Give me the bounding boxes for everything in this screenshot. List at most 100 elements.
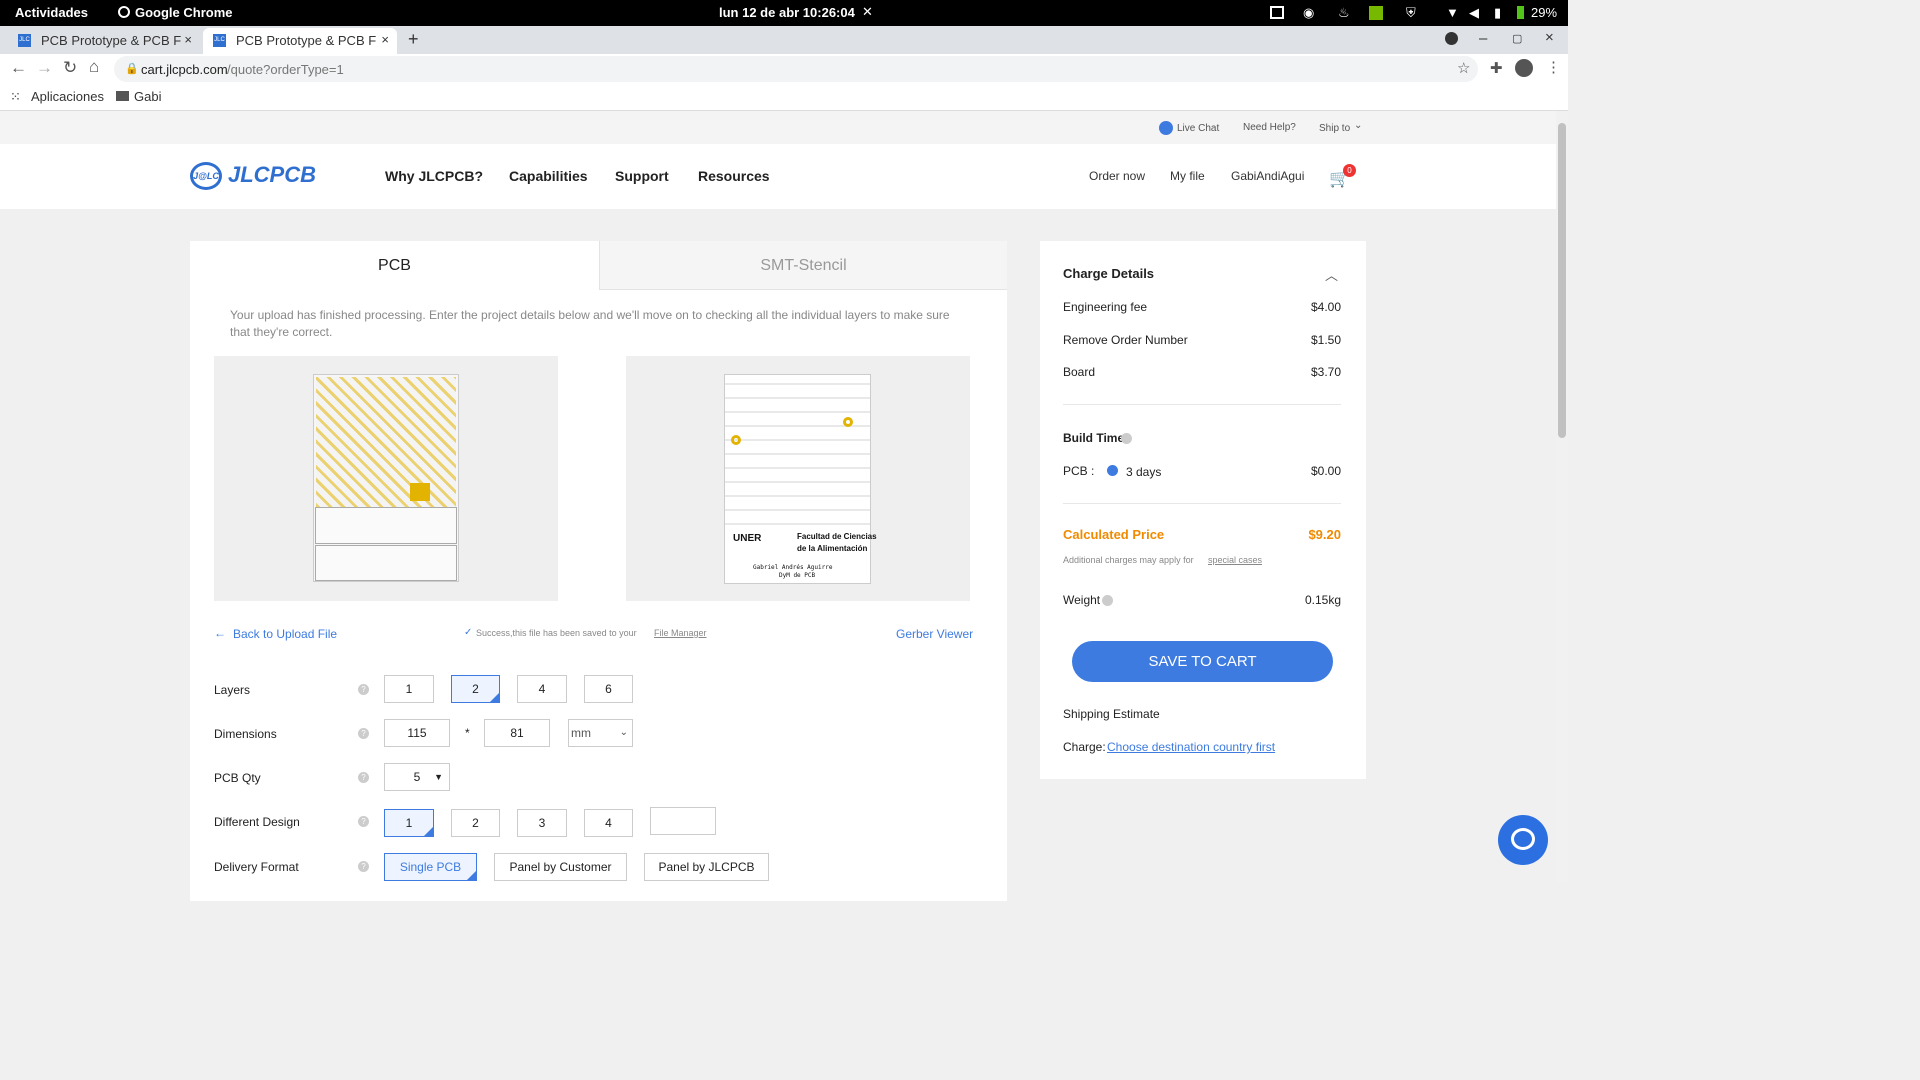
bookmark-star-icon[interactable]: ☆ (1457, 61, 1470, 77)
activities-button[interactable]: Actividades (15, 5, 88, 20)
layers-option-2[interactable]: 2 (451, 675, 500, 703)
bookmark-apps[interactable]: Aplicaciones (31, 89, 104, 104)
close-tab-icon[interactable]: × (184, 32, 192, 47)
new-tab-icon[interactable]: + (408, 30, 419, 48)
delivery-panel-by-customer[interactable]: Panel by Customer (494, 853, 627, 881)
weight-label: Weight (1063, 593, 1101, 607)
microphone-icon[interactable]: ▮ (1494, 5, 1501, 21)
tab-smt-stencil[interactable]: SMT-Stencil (599, 241, 1007, 290)
tab-pcb[interactable]: PCB (190, 241, 599, 290)
logo-mark[interactable]: J@LC (190, 162, 222, 190)
pcb-top-image (313, 374, 459, 582)
check-icon: ✓ (464, 627, 473, 638)
pcb-top-preview[interactable] (214, 356, 558, 601)
discord-icon[interactable]: ◉ (1303, 5, 1314, 21)
nvidia-icon[interactable] (1369, 6, 1383, 20)
order-now-link[interactable]: Order now (1089, 169, 1145, 183)
nav-support[interactable]: Support (615, 168, 669, 184)
forward-icon[interactable]: → (36, 59, 53, 76)
reload-icon[interactable]: ↻ (63, 59, 77, 76)
layers-option-4[interactable]: 4 (517, 675, 567, 703)
charge-value: $3.70 (1310, 365, 1341, 379)
page-scrollbar[interactable] (1556, 111, 1568, 882)
os-top-bar: Actividades Google Chrome lun 12 de abr … (0, 0, 1568, 26)
nav-why-jlcpcb[interactable]: Why JLCPCB? (385, 168, 483, 184)
back-icon[interactable]: ← (10, 59, 27, 76)
temperature-icon[interactable]: ♨ (1338, 5, 1350, 21)
nav-capabilities[interactable]: Capabilities (509, 168, 588, 184)
save-to-cart-button[interactable]: SAVE TO CART (1072, 641, 1333, 682)
unit-select[interactable]: mm ⌄ (568, 719, 633, 747)
build-time-title: Build Time (1063, 431, 1125, 445)
help-icon[interactable] (1102, 595, 1113, 606)
maximize-icon[interactable]: ▢ (1512, 31, 1522, 47)
design-custom-input[interactable] (650, 807, 716, 835)
app-name[interactable]: Google Chrome (135, 5, 233, 20)
menu-icon[interactable]: ⋮ (1546, 60, 1561, 76)
close-tab-icon[interactable]: × (381, 32, 389, 47)
screen-icon[interactable] (1270, 6, 1284, 19)
minimize-icon[interactable]: – (1479, 31, 1487, 47)
help-icon[interactable] (1121, 433, 1132, 444)
charge-value: $4.00 (1310, 300, 1341, 314)
design-option-3[interactable]: 3 (517, 809, 567, 837)
nav-resources[interactable]: Resources (698, 168, 770, 184)
cart-count-badge: 0 (1343, 164, 1356, 177)
tab-search-icon[interactable] (1445, 32, 1458, 45)
additional-charges-note: Additional charges may apply for (1063, 555, 1194, 565)
ship-to-dropdown[interactable]: Ship to (1319, 123, 1350, 134)
volume-icon[interactable]: ◀ (1469, 5, 1479, 21)
help-icon[interactable]: ? (358, 772, 369, 783)
chevron-up-icon[interactable]: ︿ (1325, 265, 1338, 284)
tab-title: PCB Prototype & PCB Fab (236, 33, 376, 48)
radio-selected-icon[interactable] (1107, 465, 1118, 476)
build-option[interactable]: 3 days (1126, 465, 1161, 479)
my-file-link[interactable]: My file (1170, 169, 1205, 183)
browser-tab-2-active[interactable]: JLC PCB Prototype & PCB Fab × (203, 28, 397, 54)
folder-icon (116, 91, 129, 101)
layers-option-1[interactable]: 1 (384, 675, 434, 703)
delivery-single-pcb[interactable]: Single PCB (384, 853, 477, 881)
calculated-price-value: $9.20 (1308, 527, 1341, 542)
bookmark-gabi[interactable]: Gabi (134, 89, 161, 104)
address-bar[interactable]: 🔒 cart.jlcpcb.com /quote?orderType=1 ☆ (114, 56, 1478, 82)
pcb-bottom-preview[interactable]: UNER Facultad de Ciencias de la Alimenta… (626, 356, 970, 601)
browser-tab-1[interactable]: JLC PCB Prototype & PCB Fab × (8, 28, 200, 54)
width-input[interactable]: 115 (384, 719, 450, 747)
pcb-qty-select[interactable]: 5 ▼ (384, 763, 450, 791)
close-window-icon[interactable]: × (1545, 30, 1554, 46)
wifi-icon[interactable]: ▼ (1446, 5, 1459, 20)
board-author: Gabriel Andrés Aguirre (753, 564, 833, 571)
extensions-icon[interactable]: ✚ (1490, 61, 1503, 77)
need-help-link[interactable]: Need Help? (1243, 122, 1296, 133)
gerber-viewer-link[interactable]: Gerber Viewer (896, 627, 973, 641)
help-icon[interactable]: ? (358, 861, 369, 872)
battery-icon (1517, 6, 1524, 19)
tab-title: PCB Prototype & PCB Fab (41, 33, 181, 48)
delivery-panel-by-jlcpcb[interactable]: Panel by JLCPCB (644, 853, 769, 881)
design-option-4[interactable]: 4 (584, 809, 633, 837)
profile-avatar[interactable] (1515, 59, 1533, 77)
live-chat-link[interactable]: Live Chat (1177, 123, 1219, 134)
design-option-1[interactable]: 1 (384, 809, 434, 837)
apps-grid-icon[interactable]: ⁙ (10, 89, 21, 105)
home-icon[interactable]: ⌂ (89, 58, 99, 75)
charge-name: Engineering fee (1063, 300, 1148, 314)
scrollbar-thumb[interactable] (1558, 123, 1566, 438)
file-manager-link[interactable]: File Manager (654, 628, 707, 638)
chat-widget-button[interactable] (1498, 815, 1548, 865)
back-to-upload-link[interactable]: Back to Upload File (233, 627, 337, 641)
shield-icon[interactable]: ⛨ (1406, 5, 1416, 21)
user-menu[interactable]: GabiAndiAgui (1231, 169, 1304, 183)
choose-destination-link[interactable]: Choose destination country first (1107, 740, 1275, 754)
special-cases-link[interactable]: special cases (1208, 555, 1262, 565)
design-option-2[interactable]: 2 (451, 809, 500, 837)
logo-text[interactable]: JLCPCB (228, 162, 316, 188)
build-pcb-label: PCB : (1063, 464, 1095, 478)
help-icon[interactable]: ? (358, 728, 369, 739)
height-input[interactable]: 81 (484, 719, 550, 747)
layers-option-6[interactable]: 6 (584, 675, 633, 703)
help-icon[interactable]: ? (358, 684, 369, 695)
help-icon[interactable]: ? (358, 816, 369, 827)
clock[interactable]: lun 12 de abr 10:26:04 (719, 5, 855, 20)
